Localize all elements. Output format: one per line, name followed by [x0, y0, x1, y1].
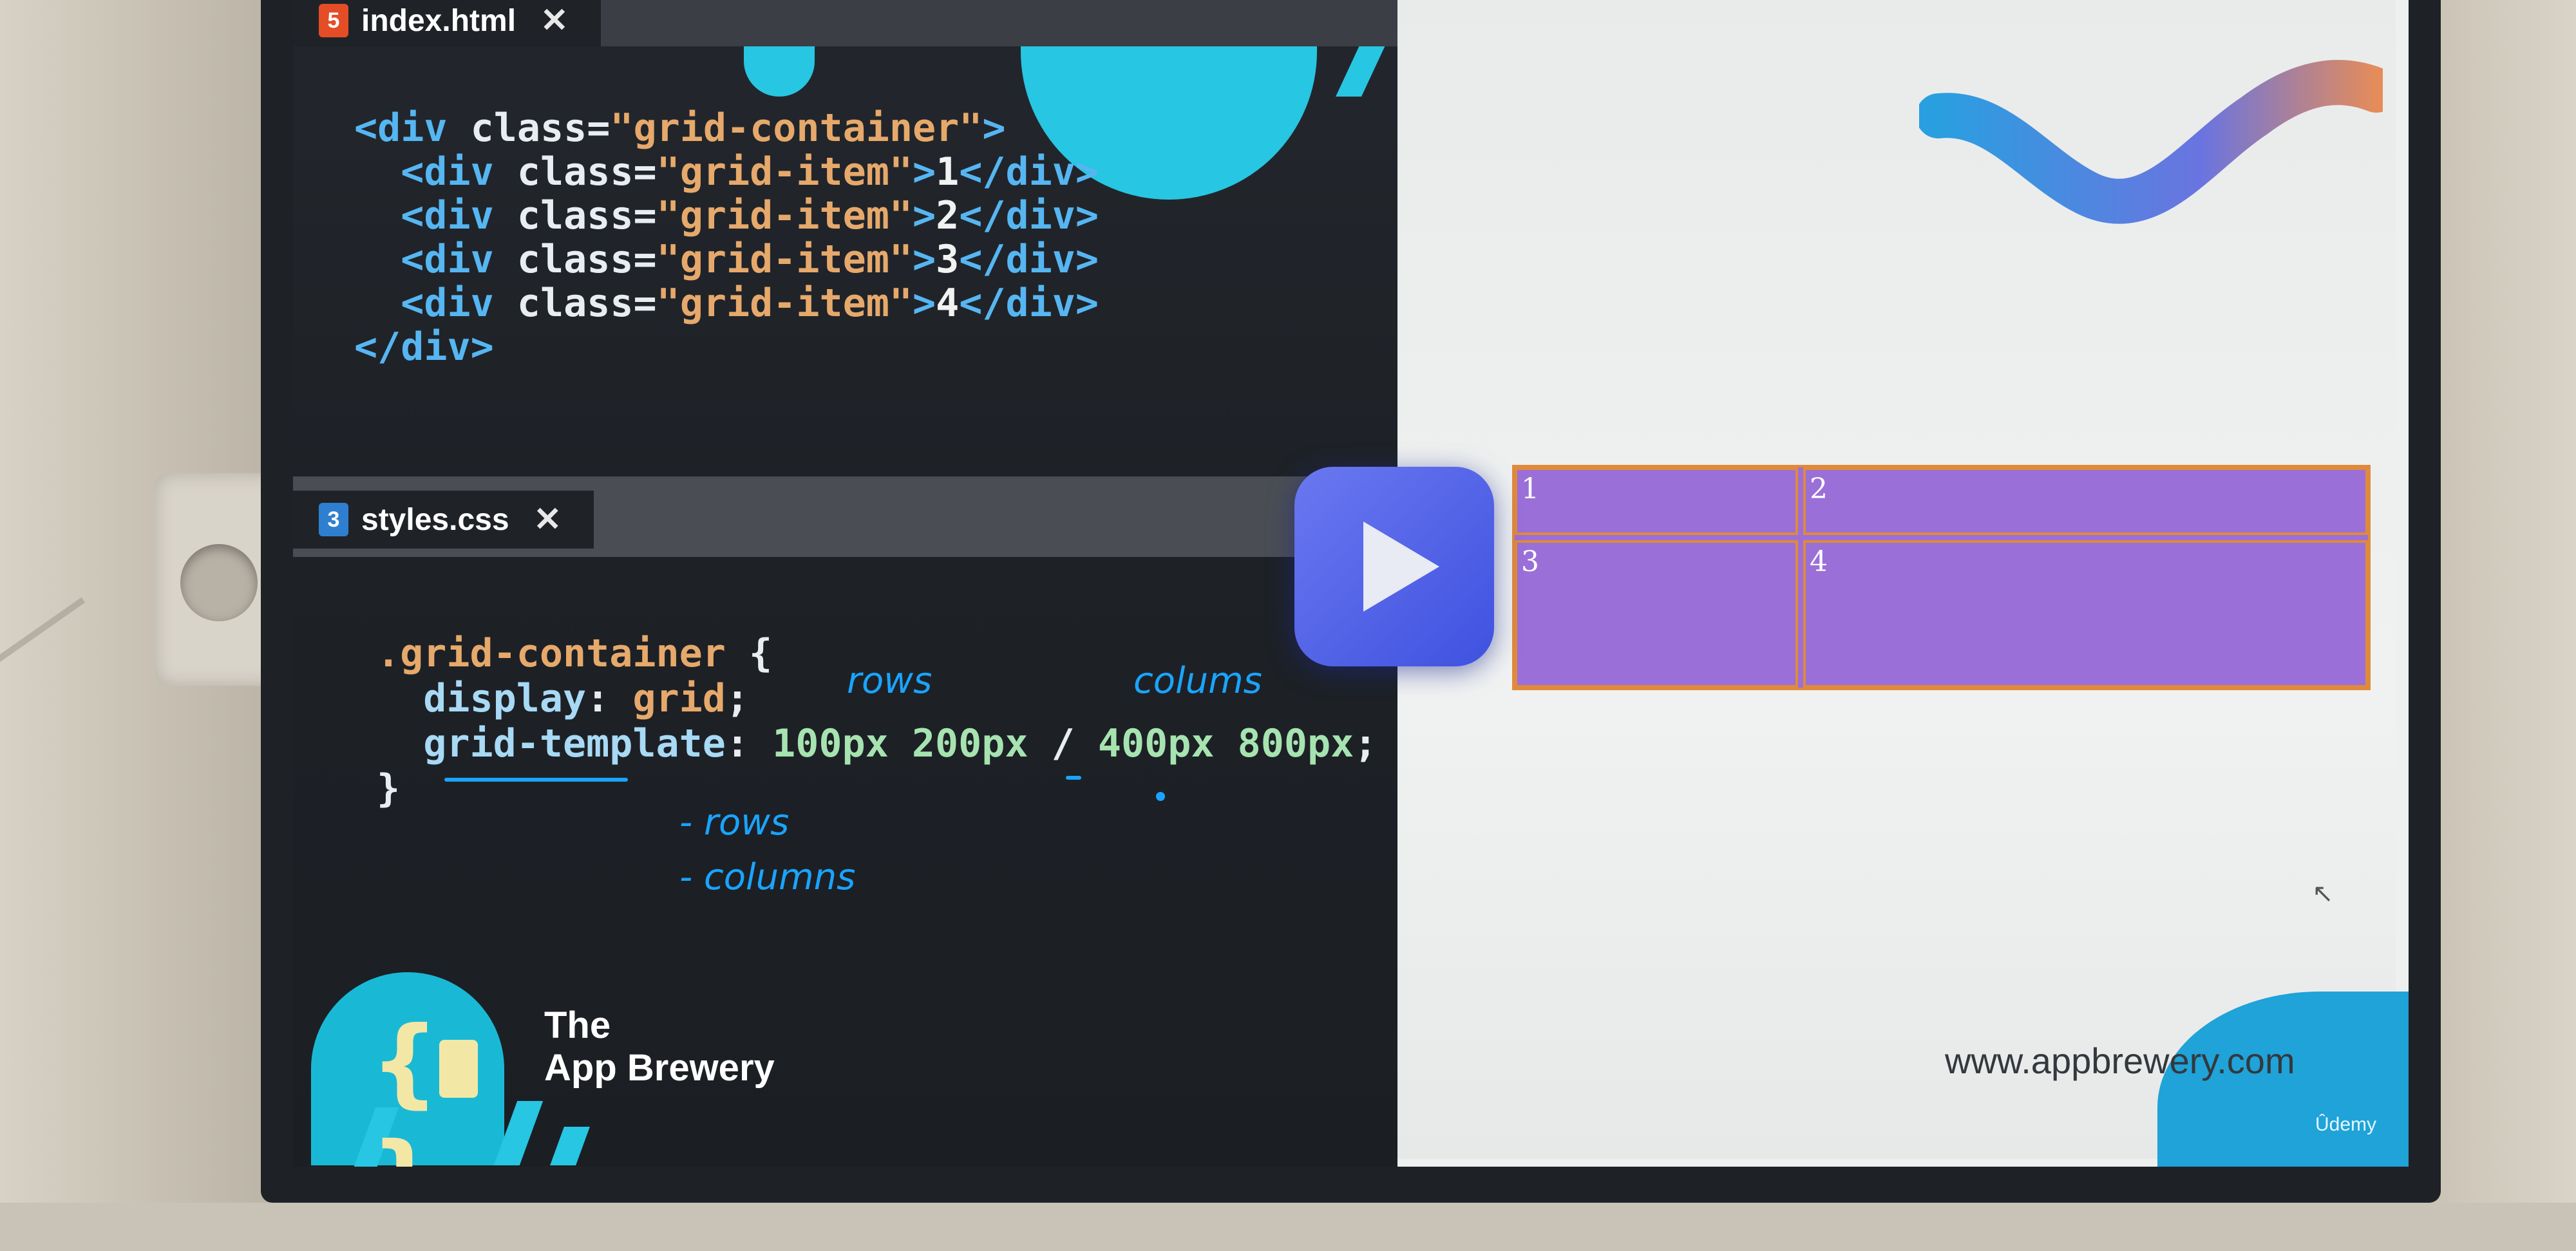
css-grid-preview: 1 2 3 4 — [1512, 465, 2371, 690]
grid-item: 1 — [1515, 467, 1798, 535]
code-token: / — [1051, 721, 1098, 766]
code-token: "grid-item" — [656, 281, 913, 326]
code-token: </div> — [959, 193, 1099, 238]
code-token: class= — [516, 193, 657, 238]
tab-styles-css[interactable]: 3 styles.css ✕ — [293, 491, 594, 549]
code-token: class= — [516, 237, 657, 282]
code-token: </div> — [354, 325, 494, 370]
play-icon — [1363, 522, 1439, 612]
play-button[interactable] — [1294, 467, 1494, 666]
grid-item: 2 — [1803, 467, 2368, 535]
tab-label: index.html — [361, 3, 516, 38]
annotation-rows: rows — [847, 660, 933, 702]
annotation-list-rows: - rows — [679, 802, 790, 843]
code-token: </div> — [959, 149, 1099, 194]
annotation-dot — [1156, 792, 1165, 801]
code-token: .grid-container — [377, 631, 726, 676]
code-token: </div> — [959, 281, 1099, 326]
code-token: ; — [725, 676, 749, 721]
html-code-line: <div class="grid-item">4</div> — [354, 281, 1099, 325]
code-token: 400px 800px — [1097, 721, 1354, 766]
code-token: ; — [1354, 721, 1378, 766]
html-code-line: <div class="grid-item">1</div> — [354, 150, 1099, 194]
css-code-line: } — [377, 766, 1377, 811]
code-token: 2 — [936, 193, 960, 238]
code-token: <div — [354, 193, 517, 238]
brand-line-1: The — [544, 1004, 611, 1046]
code-token: : — [586, 676, 633, 721]
browser-preview: 1 2 3 4 ↖ www.appbrewery.com Ûdemy — [1397, 0, 2409, 1167]
code-token: <div — [354, 237, 517, 282]
udemy-watermark: Ûdemy — [2315, 1114, 2377, 1135]
html-code-line: </div> — [354, 325, 1099, 369]
code-token: grid-template — [377, 721, 726, 766]
code-token: : — [725, 721, 773, 766]
code-token: } — [377, 766, 401, 811]
preview-page: 1 2 3 4 ↖ www.appbrewery.com Ûdemy — [1397, 0, 2409, 1167]
css-code-block[interactable]: .grid-container { display: grid; grid-te… — [377, 631, 1377, 811]
code-token: 1 — [936, 149, 960, 194]
css-tab-bar: 3 styles.css ✕ — [293, 476, 1397, 557]
close-icon[interactable]: ✕ — [540, 1, 569, 40]
code-token: "grid-container" — [610, 106, 983, 151]
code-token: <div — [354, 149, 517, 194]
code-token: "grid-item" — [656, 149, 913, 194]
decor-shape — [744, 39, 815, 97]
grid-item: 4 — [1803, 540, 2368, 688]
brewery-logo-icon: {} — [370, 1004, 512, 1167]
css3-icon: 3 — [319, 503, 348, 536]
annotation-dash — [1066, 776, 1081, 780]
code-token: class= — [516, 281, 657, 326]
code-editor: 5 index.html ✕ <div class="grid-containe… — [293, 0, 1397, 1167]
decor-stripe — [550, 1127, 590, 1165]
code-token: > — [912, 149, 936, 194]
code-token: > — [912, 281, 936, 326]
code-token: { — [725, 631, 773, 676]
annotation-columns: colums — [1133, 660, 1262, 702]
html-code-line: <div class="grid-container"> — [354, 106, 1099, 150]
code-token: 100px 200px — [772, 721, 1052, 766]
code-token: 3 — [936, 237, 960, 282]
code-token: 4 — [936, 281, 960, 326]
code-token: > — [912, 237, 936, 282]
html5-icon: 5 — [319, 4, 348, 37]
code-token: grid — [632, 676, 726, 721]
monitor-screen: 5 index.html ✕ <div class="grid-containe… — [293, 0, 2409, 1167]
code-token: </div> — [959, 237, 1099, 282]
code-token: <div — [354, 106, 471, 151]
annotation-underline — [444, 778, 628, 782]
annotation-list-columns: - columns — [679, 856, 856, 898]
code-token: > — [982, 106, 1006, 151]
mouse-cursor-icon: ↖ — [2312, 879, 2334, 908]
code-token: "grid-item" — [656, 237, 913, 282]
tab-label: styles.css — [361, 502, 509, 537]
code-token: <div — [354, 281, 517, 326]
grid-item: 3 — [1515, 540, 1798, 688]
code-token: class= — [516, 149, 657, 194]
html-code-block[interactable]: <div class="grid-container"> <div class=… — [354, 106, 1099, 369]
code-token: class= — [470, 106, 611, 151]
code-token: "grid-item" — [656, 193, 913, 238]
html-tab-bar: 5 index.html ✕ — [293, 0, 1397, 46]
brand-name: The App Brewery — [544, 1004, 775, 1089]
decor-squiggle — [1919, 60, 2383, 224]
css-code-line: grid-template: 100px 200px / 400px 800px… — [377, 721, 1377, 766]
code-token: display — [377, 676, 587, 721]
code-token: > — [912, 193, 936, 238]
html-code-line: <div class="grid-item">2</div> — [354, 194, 1099, 238]
decor-shape — [1336, 39, 1388, 97]
close-icon[interactable]: ✕ — [534, 500, 562, 539]
socket-hole — [180, 544, 258, 621]
html-code-line: <div class="grid-item">3</div> — [354, 238, 1099, 281]
tab-index-html[interactable]: 5 index.html ✕ — [293, 0, 601, 46]
site-url: www.appbrewery.com — [1945, 1040, 2295, 1081]
brand-line-2: App Brewery — [544, 1047, 775, 1089]
